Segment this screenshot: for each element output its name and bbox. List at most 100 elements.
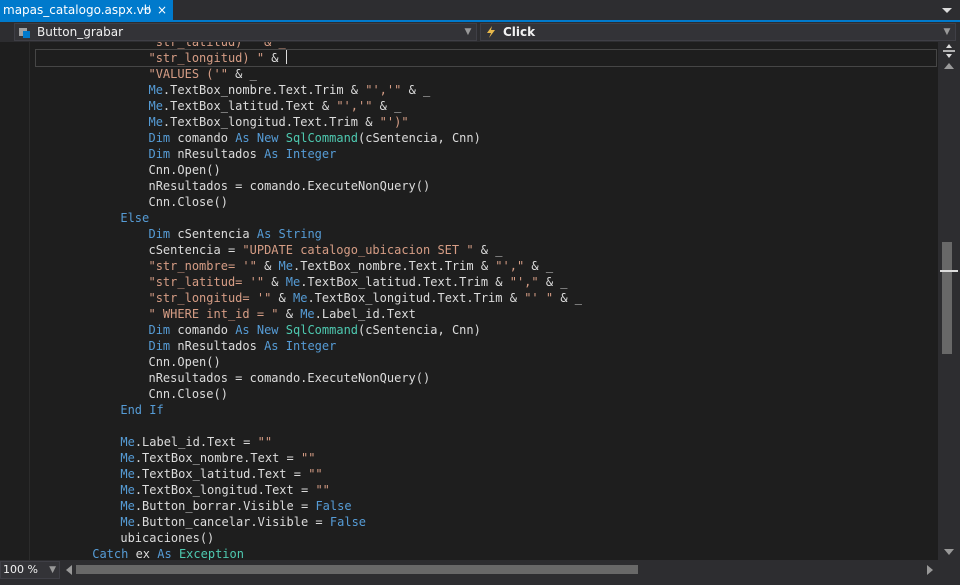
code-line[interactable]: Dim comando As New SqlCommand(cSentencia… [36,130,481,146]
code-token: .Label_id.Text = [134,435,258,449]
code-token: "" [308,467,323,481]
code-token: & [271,291,293,305]
code-token: Dim [148,339,171,353]
code-line[interactable]: Catch ex As Exception [36,546,244,560]
code-token: (cSentencia, Cnn) [358,323,481,337]
code-token: Else [120,211,150,225]
code-line[interactable]: "str_nombre= '" & Me.TextBox_nombre.Text… [36,258,553,274]
code-token: comando [170,131,236,145]
code-token: "','" [336,99,373,113]
code-token: " WHERE int_id = " [148,307,279,321]
code-token: & _ [227,67,257,81]
code-line[interactable]: Me.TextBox_latitud.Text & "','" & _ [36,98,401,114]
code-token: .TextBox_nombre.Text = [134,451,301,465]
code-line[interactable]: End If [36,402,163,418]
code-line[interactable]: Me.Label_id.Text = "" [36,434,272,450]
code-token: Dim [148,131,171,145]
code-line[interactable]: Dim nResultados As Integer [36,338,336,354]
code-token: "str_longitud= '" [148,291,272,305]
event-dropdown[interactable]: Click ▼ [480,23,956,41]
code-token: Me [148,115,163,129]
code-editor[interactable]: "str_latitud) " & _ "str_longitud) " & "V… [0,42,938,560]
object-dropdown[interactable]: Button_grabar ▼ [14,23,477,41]
code-line[interactable]: nResultados = comando.ExecuteNonQuery() [36,178,430,194]
chevron-down-icon[interactable]: ▼ [49,562,56,578]
code-token: "' " [524,291,554,305]
scroll-right-arrow-icon[interactable] [925,564,935,576]
code-token: As [157,547,172,560]
code-token: As New [235,131,279,145]
code-line[interactable]: "VALUES ('" & _ [36,66,257,82]
code-token: "" [257,435,273,449]
code-line[interactable]: Cnn.Open() [36,354,220,370]
split-window-icon[interactable] [942,44,956,58]
chevron-down-icon[interactable] [940,4,954,16]
code-line[interactable] [36,418,120,434]
code-token: Me [120,451,135,465]
caret-position-marker [940,270,958,272]
vertical-scroll-track[interactable] [938,74,960,544]
code-token: String [278,227,322,241]
code-line[interactable]: Dim comando As New SqlCommand(cSentencia… [36,322,481,338]
chevron-down-icon[interactable]: ▼ [463,24,473,40]
code-token: .TextBox_nombre.Text.Trim & [162,83,366,97]
code-token: & _ [473,243,503,257]
code-line[interactable]: Me.TextBox_nombre.Text = "" [36,450,315,466]
control-object-icon [19,28,30,38]
code-line[interactable]: Cnn.Close() [36,194,227,210]
code-line[interactable]: Cnn.Close() [36,386,227,402]
code-token: Integer [285,147,337,161]
code-line[interactable]: Me.TextBox_longitud.Text = "" [36,482,330,498]
horizontal-scroll-thumb[interactable] [76,565,638,574]
code-token: & _ [553,291,582,305]
code-token: .TextBox_latitud.Text & [162,99,337,113]
code-line[interactable]: nResultados = comando.ExecuteNonQuery() [36,370,430,386]
code-token: & _ [524,259,554,273]
code-token: .Button_cancelar.Visible = [134,515,330,529]
close-icon[interactable]: × [155,0,169,20]
code-line[interactable]: cSentencia = "UPDATE catalogo_ubicacion … [36,242,502,258]
code-line[interactable]: Dim cSentencia As String [36,226,322,242]
code-token: .TextBox_longitud.Text.Trim & [307,291,525,305]
code-line[interactable]: Else [36,210,149,226]
code-line[interactable]: Dim nResultados As Integer [36,146,336,162]
code-token: Me [285,275,301,289]
code-token: Me [120,467,135,481]
pin-icon[interactable]: ⊣ [139,0,153,20]
code-line[interactable]: Me.Button_cancelar.Visible = False [36,514,366,530]
code-token: "'," [495,259,525,273]
code-token: "" [315,483,330,497]
code-line[interactable]: Me.Button_borrar.Visible = False [36,498,352,514]
scroll-left-arrow-icon[interactable] [64,564,74,576]
scroll-down-arrow-icon[interactable] [942,546,956,558]
code-line[interactable]: Cnn.Open() [36,162,220,178]
code-token: As [264,339,279,353]
code-line[interactable]: Me.TextBox_longitud.Text.Trim & "')" [36,114,409,130]
code-line[interactable]: "str_latitud= '" & Me.TextBox_latitud.Te… [36,274,567,290]
code-line[interactable]: "str_latitud) " & _ [36,42,285,50]
code-token: .Label_id.Text [314,307,416,321]
code-token: "')" [379,115,409,129]
object-name: Button_grabar [37,25,124,39]
code-line[interactable]: "str_longitud) " & [35,49,937,67]
scroll-up-arrow-icon[interactable] [942,60,956,72]
code-line[interactable]: " WHERE int_id = " & Me.Label_id.Text [36,306,416,322]
zoom-dropdown[interactable]: 100 % ▼ [0,561,60,579]
code-token: (cSentencia, Cnn) [358,131,481,145]
code-token: As [264,147,279,161]
code-token: False [315,499,352,513]
vertical-scroll-thumb[interactable] [942,242,952,354]
code-line[interactable]: ubicaciones() [36,530,214,546]
code-token: .TextBox_nombre.Text.Trim & [292,259,496,273]
code-line[interactable]: "str_longitud= '" & Me.TextBox_longitud.… [36,290,582,306]
code-token: "str_latitud= '" [148,275,265,289]
code-token: Me [292,291,308,305]
code-line[interactable]: Me.TextBox_nombre.Text.Trim & "','" & _ [36,82,430,98]
code-token: Dim [148,323,171,337]
code-line[interactable]: Me.TextBox_latitud.Text = "" [36,466,323,482]
text-caret [285,50,287,64]
vertical-scrollbar[interactable] [938,42,960,560]
chevron-down-icon[interactable]: ▼ [942,24,952,40]
